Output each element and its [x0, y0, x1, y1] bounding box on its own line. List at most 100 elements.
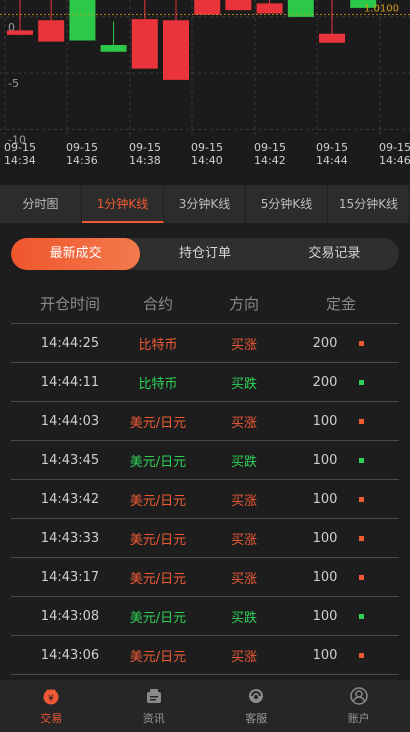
side-indicator — [351, 441, 371, 479]
side-dot-icon — [358, 613, 364, 619]
side-indicator — [351, 480, 371, 518]
side-indicator — [351, 402, 371, 440]
x-tick-date: 09-15 — [379, 141, 410, 154]
contract-cell: 比特币 — [138, 376, 178, 392]
trade-icon: ¥ — [41, 686, 61, 706]
open-time-cell: 14:43:17 — [40, 569, 100, 585]
x-tick-time: 14:42 — [254, 154, 286, 167]
table-row: 14:43:33 美元/日元 买涨 100 — [11, 519, 399, 558]
nav-label: 资讯 — [142, 712, 165, 725]
current-price-label: 1.0100 — [364, 4, 399, 15]
side-dot-icon — [358, 652, 364, 658]
period-tab[interactable]: 分时图 — [0, 185, 82, 223]
side-indicator — [351, 597, 371, 635]
side-dot-icon — [358, 340, 364, 346]
table-header: 开仓时间 合约 方向 定金 — [11, 284, 399, 324]
trading-screen: 0 -5 -10 1.0100 09-15 14:34 09-15 14:36 09-15 14:… — [0, 0, 410, 732]
direction-cell: 买涨 — [230, 571, 257, 587]
candle-body — [69, 0, 96, 41]
y-tick-label: -5 — [8, 77, 19, 90]
side-indicator — [351, 558, 371, 596]
deposit-cell: 100 — [312, 452, 338, 468]
side-dot-icon — [358, 457, 364, 463]
period-tab[interactable]: 15分钟K线 — [328, 185, 410, 223]
side-indicator — [351, 363, 371, 401]
deposit-cell: 100 — [312, 491, 338, 507]
deposit-cell: 200 — [312, 374, 338, 390]
header-deposit: 定金 — [325, 295, 356, 313]
x-tick-time: 14:38 — [129, 154, 161, 167]
x-tick-date: 09-15 — [129, 141, 161, 154]
nav-item[interactable]: 客服 — [205, 680, 308, 732]
x-tick-time: 14:34 — [4, 154, 36, 167]
kline-chart-svg: 0-5-101.010009-1514:3409-1514:3609-1514:… — [0, 0, 410, 167]
contract-cell: 美元/日元 — [129, 454, 187, 470]
x-tick-time: 14:46 — [379, 154, 410, 167]
period-tab[interactable]: 1分钟K线 — [82, 185, 164, 223]
deposit-cell: 100 — [312, 413, 338, 429]
period-tabs: 分时图 1分钟K线 3分钟K线 5分钟K线 15分钟K线 — [0, 185, 410, 223]
x-tick-time: 14:36 — [66, 154, 98, 167]
x-tick-date: 09-15 — [254, 141, 286, 154]
table-row: 14:43:08 美元/日元 买跌 100 — [11, 597, 399, 636]
svg-text:¥: ¥ — [48, 694, 54, 704]
side-dot-icon — [358, 379, 364, 385]
nav-item[interactable]: 账户 — [308, 680, 410, 732]
latest-trades-list: 14:44:25 比特币 买涨 200 14:44:11 比特币 买跌 200 14:44:03… — [11, 324, 399, 675]
direction-cell: 买跌 — [230, 376, 257, 392]
segment-tab[interactable]: 最新成交 — [11, 238, 141, 270]
candle-body — [163, 20, 189, 80]
contract-cell: 美元/日元 — [129, 532, 187, 548]
table-row: 14:44:03 美元/日元 买涨 100 — [11, 402, 399, 441]
table-row: 14:43:45 美元/日元 买跌 100 — [11, 441, 399, 480]
news-icon — [144, 686, 164, 706]
contract-cell: 美元/日元 — [129, 493, 187, 509]
segment-tab[interactable]: 交易记录 — [270, 238, 399, 270]
nav-item[interactable]: 资讯 — [103, 680, 206, 732]
x-tick-date: 09-15 — [4, 141, 36, 154]
x-tick-time: 14:40 — [191, 154, 223, 167]
contract-cell: 美元/日元 — [129, 571, 187, 587]
side-dot-icon — [358, 496, 364, 502]
candle-body — [194, 0, 221, 15]
direction-cell: 买涨 — [230, 532, 257, 548]
header-direction: 方向 — [228, 295, 259, 313]
direction-cell: 买涨 — [230, 337, 257, 353]
table-row: 14:43:42 美元/日元 买涨 100 — [11, 480, 399, 519]
table-row: 14:43:06 美元/日元 买涨 100 — [11, 636, 399, 675]
table-row: 14:43:17 美元/日元 买涨 100 — [11, 558, 399, 597]
open-time-cell: 14:43:42 — [40, 491, 100, 507]
bottom-nav: ¥ 交易 资讯 客服 账户 — [0, 680, 410, 732]
segment-tab[interactable]: 持仓订单 — [140, 238, 269, 270]
candle-body — [225, 0, 252, 11]
deposit-cell: 100 — [312, 569, 338, 585]
candle-body — [131, 19, 158, 69]
side-dot-icon — [358, 574, 364, 580]
open-time-cell: 14:43:06 — [40, 647, 100, 663]
candle-body — [7, 30, 33, 35]
period-tab[interactable]: 5分钟K线 — [246, 185, 328, 223]
kline-chart[interactable]: 0 -5 -10 1.0100 09-15 14:34 09-15 14:36 09-15 14:… — [0, 0, 410, 185]
contract-cell: 美元/日元 — [129, 649, 187, 665]
direction-cell: 买涨 — [230, 649, 257, 665]
direction-cell: 买涨 — [230, 415, 257, 431]
period-tab[interactable]: 3分钟K线 — [164, 185, 246, 223]
account-icon — [349, 686, 369, 706]
deposit-cell: 100 — [312, 530, 338, 546]
open-time-cell: 14:43:45 — [40, 452, 100, 468]
nav-item[interactable]: ¥ 交易 — [0, 680, 103, 732]
open-time-cell: 14:43:33 — [40, 530, 100, 546]
direction-cell: 买涨 — [230, 493, 257, 509]
open-time-cell: 14:44:03 — [40, 413, 100, 429]
deposit-cell: 100 — [312, 608, 338, 624]
x-tick-time: 14:44 — [316, 154, 348, 167]
candle-body — [100, 45, 127, 52]
nav-label: 交易 — [40, 712, 63, 725]
table-row: 14:44:11 比特币 买跌 200 — [11, 363, 399, 402]
side-dot-icon — [358, 535, 364, 541]
side-indicator — [351, 519, 371, 557]
deposit-cell: 200 — [312, 335, 338, 351]
contract-cell: 比特币 — [138, 337, 178, 353]
table-row: 14:44:25 比特币 买涨 200 — [11, 324, 399, 363]
open-time-cell: 14:44:11 — [40, 374, 100, 390]
